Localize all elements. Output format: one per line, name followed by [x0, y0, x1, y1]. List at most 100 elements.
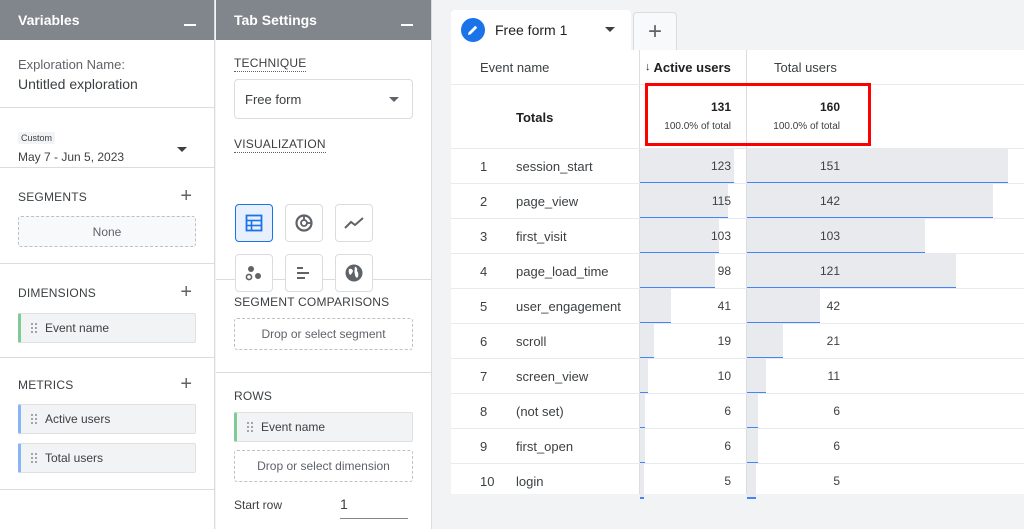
segments-none[interactable]: None — [18, 216, 196, 247]
active-users-cell: 10 — [640, 359, 746, 394]
active-users-value: 6 — [724, 403, 731, 418]
active-users-cell: 123 — [640, 149, 746, 184]
metric-chip[interactable]: Total users — [18, 443, 196, 473]
active-users-cell: 98 — [640, 254, 746, 289]
total-users-value: 142 — [819, 193, 840, 208]
table-row[interactable]: 2 page_view 115 142 — [451, 183, 1024, 219]
active-users-value: 103 — [710, 228, 731, 243]
drag-handle-icon[interactable] — [30, 452, 38, 464]
row-number: 4 — [480, 264, 488, 279]
column-header-event-name[interactable]: Event name — [480, 50, 630, 84]
exploration-name-section: Exploration Name: Untitled exploration — [0, 40, 214, 108]
total-users-value: 121 — [819, 263, 840, 278]
start-row-input[interactable]: 1 — [340, 496, 348, 512]
column-header-total-users[interactable]: Total users — [774, 50, 874, 84]
dimensions-section: DIMENSIONS + Event name — [0, 264, 214, 358]
variables-panel: Variables Exploration Name: Untitled exp… — [0, 0, 215, 529]
event-name-cell: page_load_time — [516, 264, 609, 279]
donut-chart-icon[interactable] — [285, 204, 323, 242]
total-users-cell: 21 — [747, 324, 1024, 359]
active-users-cell: 6 — [640, 394, 746, 429]
segment-comparisons-title: SEGMENT COMPARISONS — [234, 295, 390, 309]
table-row[interactable]: 1 session_start 123 151 — [451, 148, 1024, 184]
start-row-underline — [340, 518, 408, 519]
line-chart-icon[interactable] — [335, 204, 373, 242]
totals-highlight-box — [645, 83, 871, 146]
dimension-chip-label: Event name — [45, 321, 110, 335]
chevron-down-icon[interactable] — [176, 146, 188, 154]
event-name-cell: first_visit — [516, 229, 567, 244]
total-users-value: 151 — [819, 158, 840, 173]
active-users-value: 41 — [717, 298, 731, 313]
add-segment-icon[interactable]: + — [180, 186, 192, 206]
active-users-header-label: Active users — [653, 59, 731, 75]
row-number: 9 — [480, 439, 488, 454]
collapse-icon[interactable] — [184, 24, 196, 26]
visualization-title: VISUALIZATION — [234, 137, 326, 153]
table-row[interactable]: 10 login 5 5 — [451, 463, 1024, 499]
metric-chip[interactable]: Active users — [18, 404, 196, 434]
sort-arrow-icon: ↓ — [645, 61, 651, 73]
row-number: 6 — [480, 334, 488, 349]
row-number: 10 — [480, 474, 495, 489]
rows-chip[interactable]: Event name — [234, 412, 413, 442]
date-badge: Custom — [18, 132, 56, 144]
metrics-title: METRICS — [18, 378, 74, 392]
tab-free-form-1[interactable]: Free form 1 — [451, 10, 631, 50]
segment-comparisons-section: SEGMENT COMPARISONS Drop or select segme… — [216, 280, 431, 373]
add-metric-icon[interactable]: + — [180, 374, 192, 394]
table-row[interactable]: 6 scroll 19 21 — [451, 323, 1024, 359]
date-range-section[interactable]: Custom May 7 - Jun 5, 2023 — [0, 108, 214, 168]
chevron-down-icon[interactable] — [605, 27, 615, 33]
metric-chip-label: Active users — [45, 412, 111, 426]
tab-settings-header: Tab Settings — [216, 0, 431, 40]
drag-handle-icon[interactable] — [30, 322, 38, 334]
table-row[interactable]: 7 screen_view 10 11 — [451, 358, 1024, 394]
event-name-cell: page_view — [516, 194, 579, 209]
dimensions-title: DIMENSIONS — [18, 286, 97, 300]
row-number: 8 — [480, 404, 488, 419]
total-users-cell: 42 — [747, 289, 1024, 324]
active-users-cell: 41 — [640, 289, 746, 324]
row-number: 1 — [480, 159, 488, 174]
exploration-name-input[interactable]: Untitled exploration — [18, 76, 196, 92]
total-users-value: 21 — [826, 333, 840, 348]
add-tab-button[interactable]: + — [633, 12, 677, 50]
total-users-cell: 121 — [747, 254, 1024, 289]
rows-chip-label: Event name — [261, 420, 326, 434]
dimension-chip[interactable]: Event name — [18, 313, 196, 343]
row-number: 7 — [480, 369, 488, 384]
total-users-bar-line — [747, 497, 756, 499]
dimension-dropzone[interactable]: Drop or select dimension — [234, 450, 413, 482]
drag-handle-icon[interactable] — [246, 421, 254, 433]
exploration-editor: Variables Exploration Name: Untitled exp… — [0, 0, 1024, 529]
segments-title: SEGMENTS — [18, 190, 87, 204]
active-users-cell: 115 — [640, 184, 746, 219]
add-dimension-icon[interactable]: + — [180, 282, 192, 302]
drag-handle-icon[interactable] — [30, 413, 38, 425]
exploration-canvas: Free form 1 + Event name ↓ Active users … — [433, 0, 1024, 529]
total-users-cell: 6 — [747, 429, 1024, 464]
segment-dropzone[interactable]: Drop or select segment — [234, 318, 413, 350]
technique-select[interactable]: Free form — [234, 79, 413, 119]
chevron-down-icon — [389, 97, 399, 102]
date-range-value: May 7 - Jun 5, 2023 — [18, 150, 125, 164]
total-users-value: 5 — [833, 473, 840, 488]
table-row[interactable]: 8 (not set) 6 6 — [451, 393, 1024, 429]
active-users-value: 123 — [710, 158, 731, 173]
pencil-icon — [461, 18, 485, 42]
start-row-label: Start row — [234, 498, 283, 512]
table-row[interactable]: 4 page_load_time 98 121 — [451, 253, 1024, 289]
total-users-value: 6 — [833, 403, 840, 418]
table-row[interactable]: 9 first_open 6 6 — [451, 428, 1024, 464]
total-users-value: 11 — [827, 368, 840, 383]
table-row[interactable]: 5 user_engagement 41 42 — [451, 288, 1024, 324]
column-header-active-users[interactable]: ↓ Active users — [645, 50, 745, 84]
table-row[interactable]: 3 first_visit 103 103 — [451, 218, 1024, 254]
collapse-icon[interactable] — [401, 24, 413, 26]
total-users-cell: 103 — [747, 219, 1024, 254]
tab-label: Free form 1 — [495, 22, 568, 38]
table-icon[interactable] — [235, 204, 273, 242]
active-users-cell: 6 — [640, 429, 746, 464]
total-users-cell: 6 — [747, 394, 1024, 429]
